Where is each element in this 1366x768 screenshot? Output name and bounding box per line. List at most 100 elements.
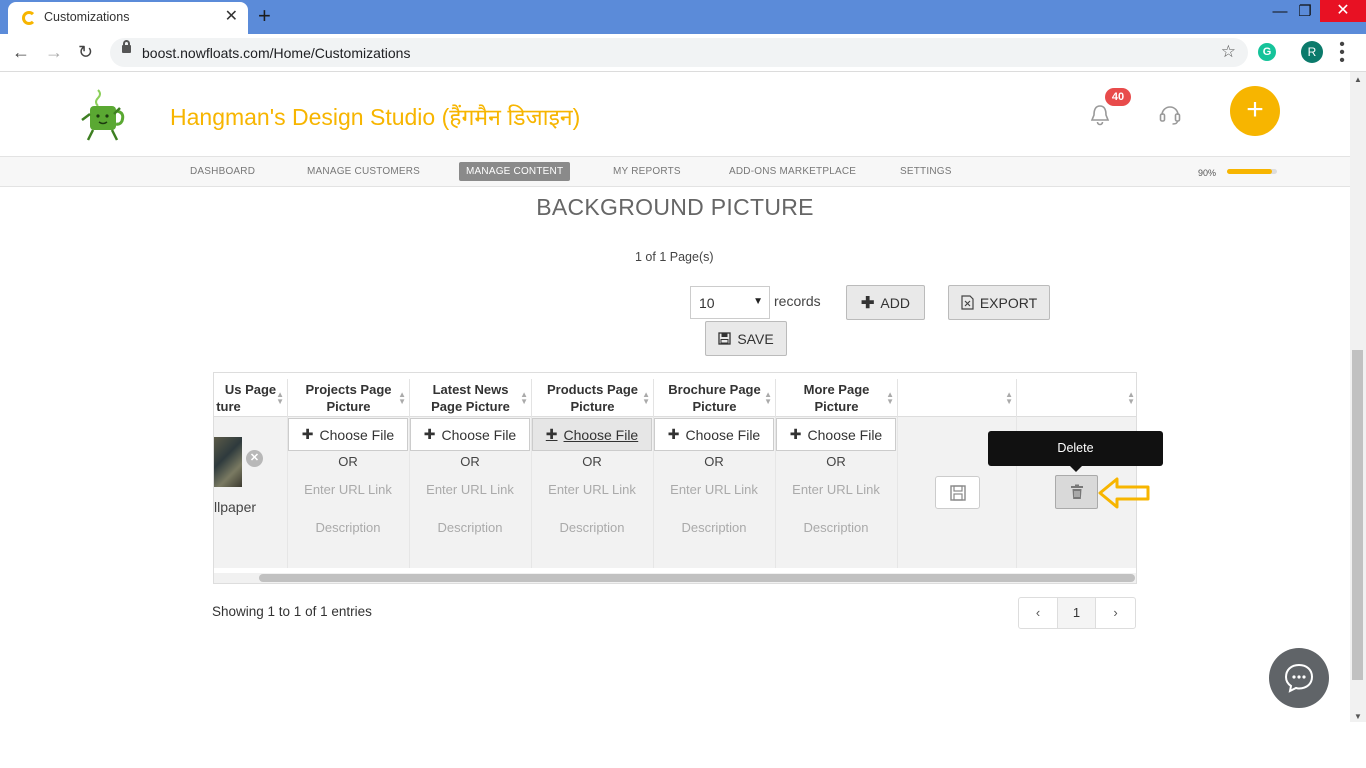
- more-picture-cell: ✚ Choose File OR Enter URL Link Descripti…: [776, 417, 898, 568]
- site-favicon-icon: [22, 11, 36, 25]
- reload-icon[interactable]: ↻: [78, 42, 93, 62]
- page-count-info: 1 of 1 Page(s): [635, 250, 714, 264]
- scroll-up-icon[interactable]: ▲: [1354, 75, 1362, 84]
- column-header-latest-news-page-picture[interactable]: Latest News Page Picture ▲ ▼: [410, 379, 532, 417]
- export-button[interactable]: EXPORT: [948, 285, 1050, 320]
- page-bottom: [0, 722, 1366, 768]
- column-header-projects-page-picture[interactable]: Projects Page Picture ▲ ▼: [288, 379, 410, 417]
- url-link-input[interactable]: Enter URL Link: [654, 482, 774, 497]
- background-picture-table: Us Page ture ▲ ▼ Projects Page Picture ▲ ▼…: [213, 372, 1137, 584]
- column-header-save[interactable]: ▲ ▼: [898, 379, 1017, 417]
- column-header-delete[interactable]: ▲ ▼: [1017, 379, 1136, 417]
- description-input[interactable]: Description: [288, 520, 408, 535]
- notification-bell-icon[interactable]: [1090, 104, 1110, 126]
- table-horizontal-scrollbar[interactable]: [214, 573, 1136, 583]
- page-scrollbar[interactable]: ▲ ▼: [1350, 72, 1366, 722]
- latest-news-picture-cell: ✚ Choose File OR Enter URL Link Descripti…: [410, 417, 532, 568]
- bookmark-star-icon[interactable]: ☆: [1221, 42, 1236, 62]
- image-name-label: llpaper: [214, 499, 257, 515]
- sort-icon: ▲ ▼: [398, 390, 406, 406]
- pagination: ‹ 1 ›: [1018, 597, 1136, 629]
- restore-icon[interactable]: ❐: [1291, 2, 1319, 26]
- or-label: OR: [826, 454, 846, 469]
- or-label: OR: [460, 454, 480, 469]
- url-link-input[interactable]: Enter URL Link: [288, 482, 408, 497]
- url-link-input[interactable]: Enter URL Link: [776, 482, 896, 497]
- support-headset-icon[interactable]: [1158, 102, 1182, 126]
- url-link-input[interactable]: Enter URL Link: [532, 482, 652, 497]
- quick-add-button[interactable]: +: [1230, 86, 1280, 136]
- brochure-picture-cell: ✚ Choose File OR Enter URL Link Descripti…: [654, 417, 776, 568]
- description-input[interactable]: Description: [532, 520, 652, 535]
- lock-icon: [122, 40, 131, 53]
- scroll-down-icon[interactable]: ▼: [1354, 712, 1362, 721]
- address-bar[interactable]: boost.nowfloats.com/Home/Customizations …: [110, 38, 1248, 67]
- sort-icon: ▲ ▼: [520, 390, 528, 406]
- column-header-about-us-page-picture[interactable]: Us Page ture ▲ ▼: [214, 379, 288, 417]
- tab-close-icon[interactable]: ✕: [225, 8, 238, 26]
- browser-tab[interactable]: Customizations ✕: [8, 2, 248, 34]
- previous-page-button[interactable]: ‹: [1019, 598, 1058, 628]
- profile-completion-label: 90%: [1198, 168, 1217, 178]
- brand-logo-icon[interactable]: [70, 84, 140, 144]
- chat-widget-button[interactable]: [1269, 648, 1329, 708]
- grammarly-extension-icon[interactable]: G: [1258, 43, 1276, 61]
- chat-bubble-icon: [1284, 663, 1314, 693]
- plus-icon: ✚: [423, 426, 436, 442]
- back-icon[interactable]: ←: [12, 42, 30, 62]
- choose-file-button[interactable]: ✚ Choose File: [776, 418, 896, 451]
- excel-file-icon: [961, 295, 974, 310]
- scrollbar-thumb[interactable]: [1352, 350, 1363, 680]
- profile-avatar[interactable]: R: [1301, 41, 1323, 63]
- nav-add-ons-marketplace[interactable]: ADD-ONS MARKETPLACE: [729, 166, 856, 177]
- nav-dashboard[interactable]: DASHBOARD: [190, 166, 255, 177]
- table-header: Us Page ture ▲ ▼ Projects Page Picture ▲ ▼…: [214, 379, 1136, 417]
- tab-title: Customizations: [44, 10, 130, 24]
- description-input[interactable]: Description: [410, 520, 530, 535]
- choose-file-button[interactable]: ✚ Choose File: [654, 418, 774, 451]
- dropdown-caret-icon: ▼: [753, 296, 763, 307]
- url-text[interactable]: boost.nowfloats.com/Home/Customizations: [142, 45, 410, 61]
- profile-completion-fill: [1227, 169, 1272, 174]
- description-input[interactable]: Description: [776, 520, 896, 535]
- table-scrollbar-thumb[interactable]: [259, 574, 1135, 582]
- wallpaper-thumbnail: [214, 437, 242, 487]
- minimize-icon[interactable]: —: [1266, 2, 1294, 26]
- floppy-disk-icon: [949, 484, 966, 501]
- pointer-arrow-icon: [1098, 477, 1150, 509]
- browser-toolbar: ← → ↻ boost.nowfloats.com/Home/Customiza…: [0, 34, 1366, 72]
- save-button[interactable]: SAVE: [705, 321, 787, 356]
- app-header: Hangman's Design Studio (हैंगमैन डिजाइन)…: [0, 72, 1350, 156]
- nav-my-reports[interactable]: MY REPORTS: [613, 166, 681, 177]
- remove-image-icon[interactable]: ✕: [246, 450, 263, 467]
- window-close-button[interactable]: ✕: [1320, 0, 1366, 22]
- brand-name[interactable]: Hangman's Design Studio (हैंगमैन डिजाइन): [170, 100, 580, 132]
- column-header-more-page-picture[interactable]: More Page Picture ▲ ▼: [776, 379, 898, 417]
- choose-file-button[interactable]: ✚ Choose File: [410, 418, 530, 451]
- save-button-label: SAVE: [737, 330, 774, 347]
- next-page-button[interactable]: ›: [1096, 598, 1135, 628]
- forward-icon[interactable]: →: [45, 42, 63, 62]
- choose-file-button[interactable]: ✚ Choose File: [288, 418, 408, 451]
- column-header-products-page-picture[interactable]: Products Page Picture ▲ ▼: [532, 379, 654, 417]
- column-header-brochure-page-picture[interactable]: Brochure Page Picture ▲ ▼: [654, 379, 776, 417]
- nav-settings[interactable]: SETTINGS: [900, 166, 952, 177]
- description-input[interactable]: Description: [654, 520, 774, 535]
- choose-file-button[interactable]: ✚ Choose File: [532, 418, 652, 451]
- plus-icon: ✚: [545, 426, 558, 442]
- browser-menu-icon[interactable]: • • •: [1338, 37, 1346, 69]
- row-save-button[interactable]: [935, 476, 980, 509]
- new-tab-button[interactable]: +: [258, 4, 271, 28]
- add-button[interactable]: ✚ ADD: [846, 285, 925, 320]
- floppy-disk-icon: [718, 332, 731, 345]
- entries-info: Showing 1 to 1 of 1 entries: [212, 604, 372, 619]
- profile-completion-bar: [1227, 169, 1277, 174]
- nav-manage-customers[interactable]: MANAGE CUSTOMERS: [307, 166, 420, 177]
- sort-icon: ▲ ▼: [886, 390, 894, 406]
- row-delete-button[interactable]: [1055, 475, 1098, 509]
- nav-manage-content[interactable]: MANAGE CONTENT: [459, 162, 571, 181]
- url-link-input[interactable]: Enter URL Link: [410, 482, 530, 497]
- page-1-button[interactable]: 1: [1058, 598, 1096, 628]
- records-per-page-select[interactable]: 10 ▼: [690, 286, 770, 319]
- main-navbar: DASHBOARD MANAGE CUSTOMERS MANAGE CONTEN…: [0, 156, 1350, 187]
